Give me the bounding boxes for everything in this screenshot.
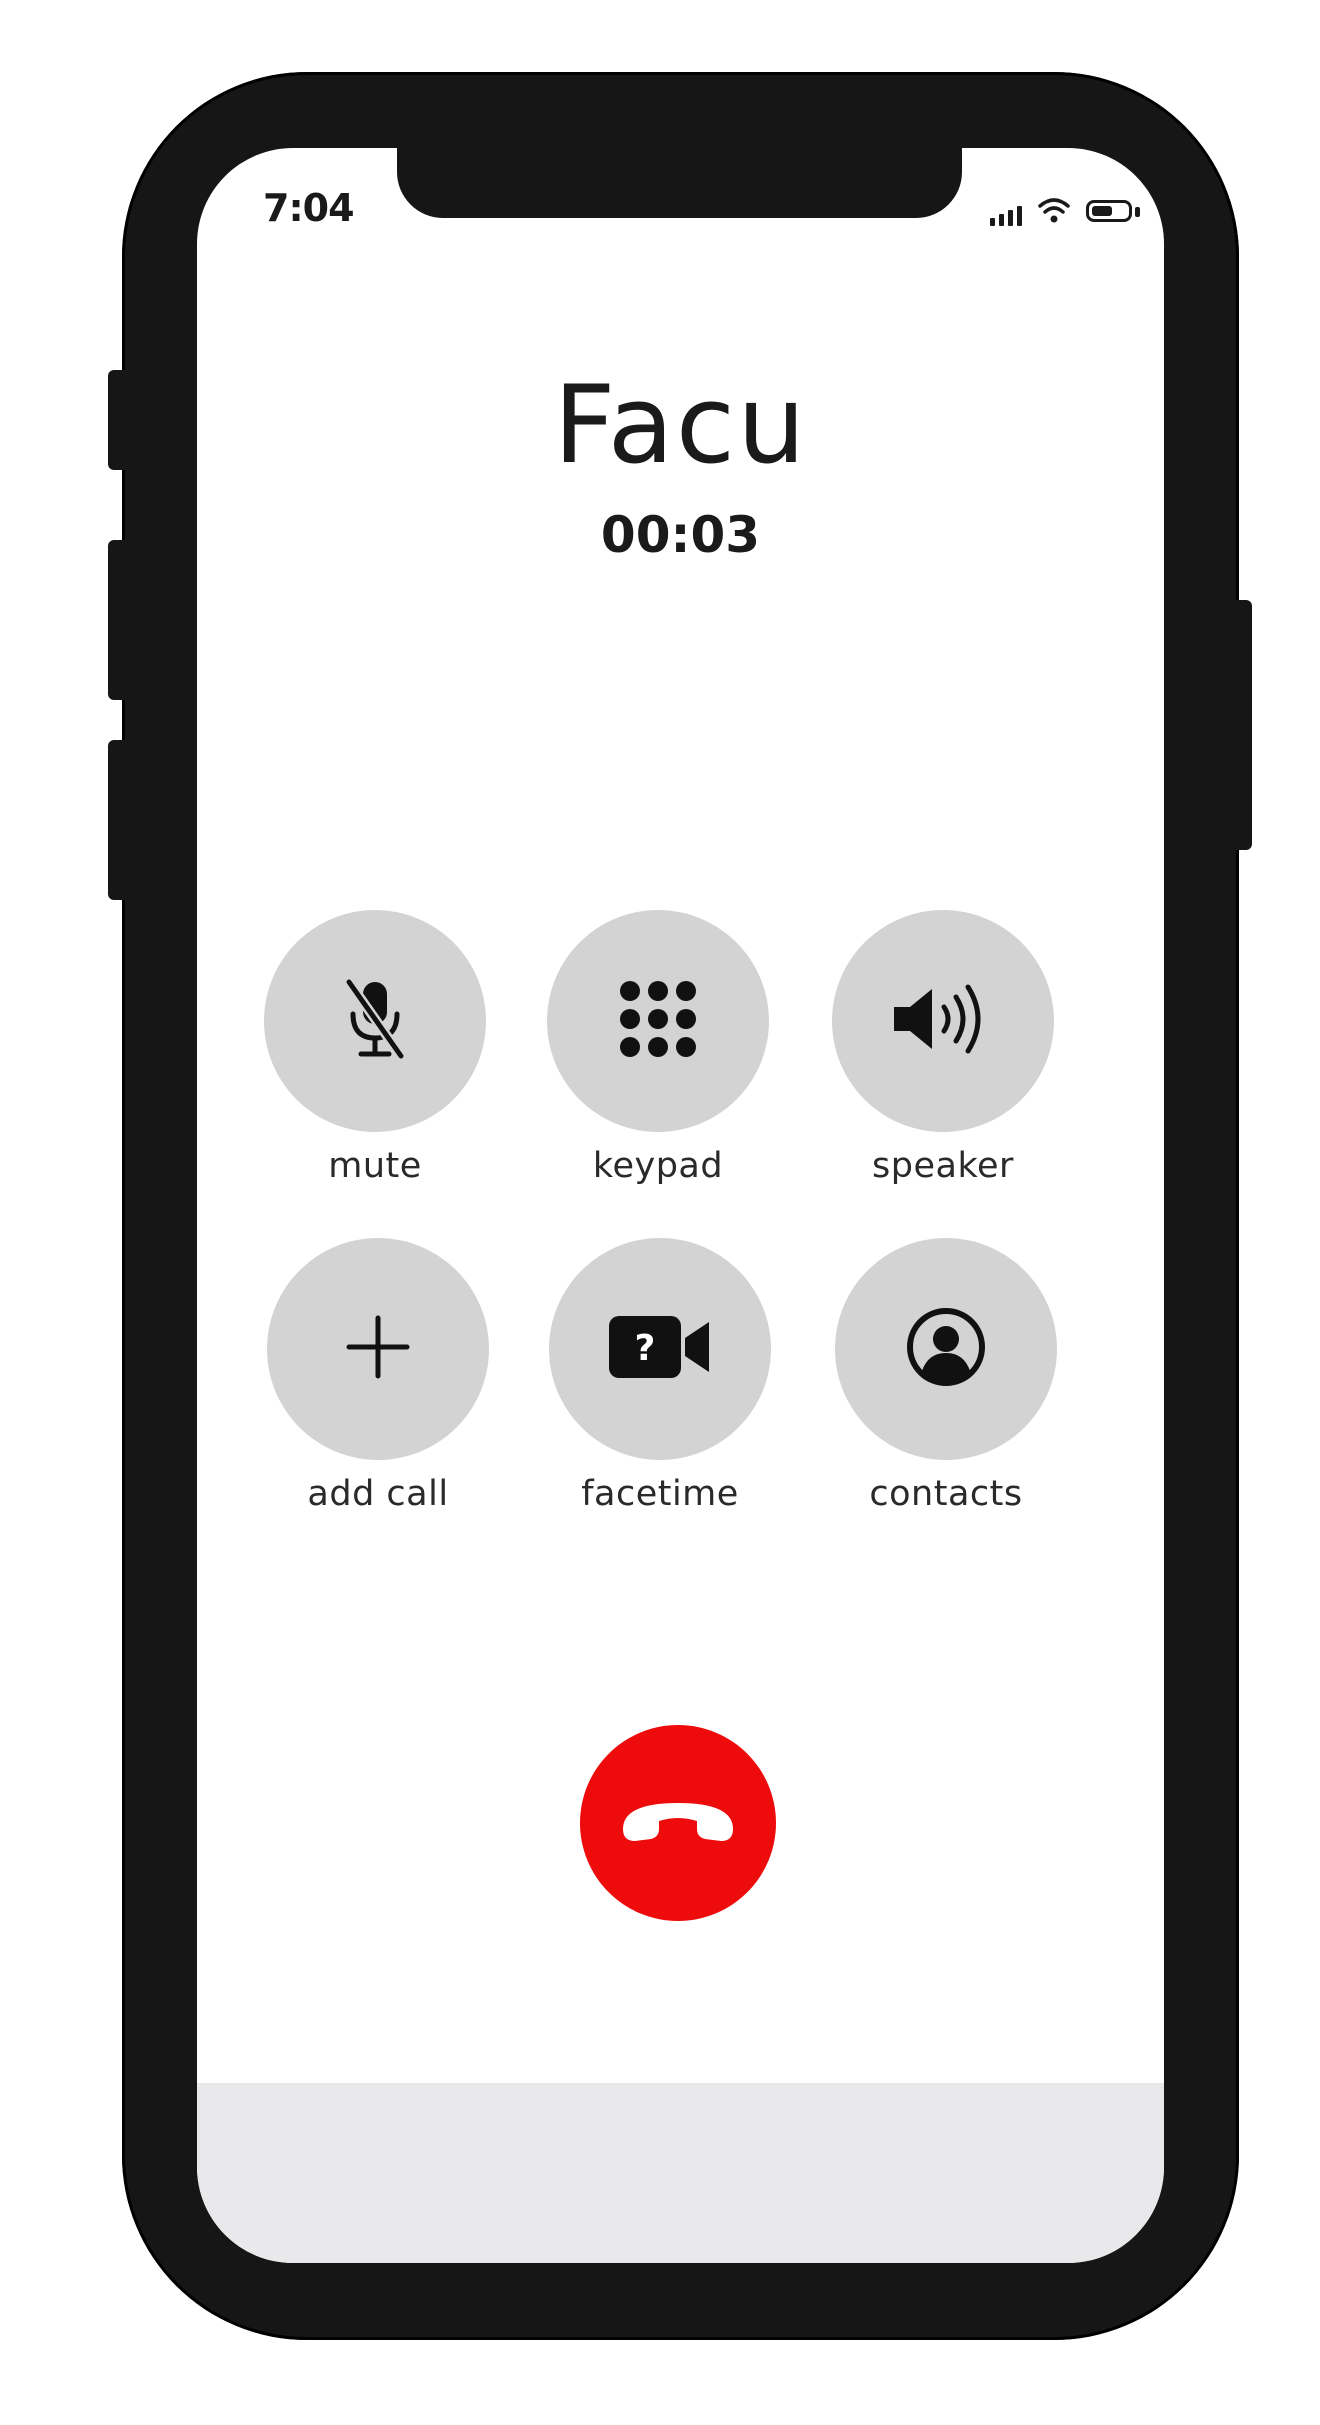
mute-button[interactable]: mute bbox=[262, 910, 488, 1186]
status-icons bbox=[952, 192, 1142, 232]
person-circle-icon bbox=[904, 1305, 988, 1393]
speaker-label: speaker bbox=[872, 1146, 1014, 1186]
add-call-label: add call bbox=[307, 1474, 449, 1514]
facetime-label: facetime bbox=[581, 1474, 739, 1514]
video-camera-icon: ? bbox=[605, 1312, 715, 1386]
speaker-icon bbox=[888, 979, 998, 1063]
wifi-icon bbox=[1036, 192, 1072, 228]
bottom-panel bbox=[197, 2083, 1164, 2263]
call-screen: 7:04 Facu 00:03 mute keypad speaker add … bbox=[197, 148, 1164, 2263]
plus-icon bbox=[343, 1312, 413, 1386]
caller-name: Facu bbox=[553, 363, 808, 488]
microphone-slash-icon bbox=[335, 974, 415, 1068]
silent-switch bbox=[108, 370, 130, 470]
keypad-label: keypad bbox=[592, 1146, 724, 1186]
facetime-button[interactable]: ? facetime bbox=[547, 1238, 773, 1514]
contacts-circle[interactable] bbox=[835, 1238, 1057, 1460]
add-call-button[interactable]: add call bbox=[265, 1238, 491, 1514]
mute-circle[interactable] bbox=[264, 910, 486, 1132]
speaker-circle[interactable] bbox=[832, 910, 1054, 1132]
volume-down-button bbox=[108, 740, 130, 900]
call-duration: 00:03 bbox=[600, 506, 761, 564]
speaker-button[interactable]: speaker bbox=[830, 910, 1056, 1186]
add-call-circle[interactable] bbox=[267, 1238, 489, 1460]
mute-label: mute bbox=[328, 1146, 422, 1186]
keypad-grid-icon bbox=[616, 977, 700, 1065]
cellular-signal-icon bbox=[990, 192, 1026, 232]
svg-text:?: ? bbox=[635, 1328, 656, 1369]
battery-level bbox=[1092, 206, 1112, 216]
status-time: 7:04 bbox=[263, 186, 355, 230]
end-call-button[interactable] bbox=[580, 1725, 776, 1921]
keypad-button[interactable]: keypad bbox=[545, 910, 771, 1186]
contacts-button[interactable]: contacts bbox=[833, 1238, 1059, 1514]
notch bbox=[397, 148, 962, 218]
keypad-circle[interactable] bbox=[547, 910, 769, 1132]
power-button bbox=[1230, 600, 1252, 850]
contacts-label: contacts bbox=[869, 1474, 1023, 1514]
volume-up-button bbox=[108, 540, 130, 700]
facetime-circle[interactable]: ? bbox=[549, 1238, 771, 1460]
phone-hangup-icon bbox=[613, 1791, 743, 1855]
